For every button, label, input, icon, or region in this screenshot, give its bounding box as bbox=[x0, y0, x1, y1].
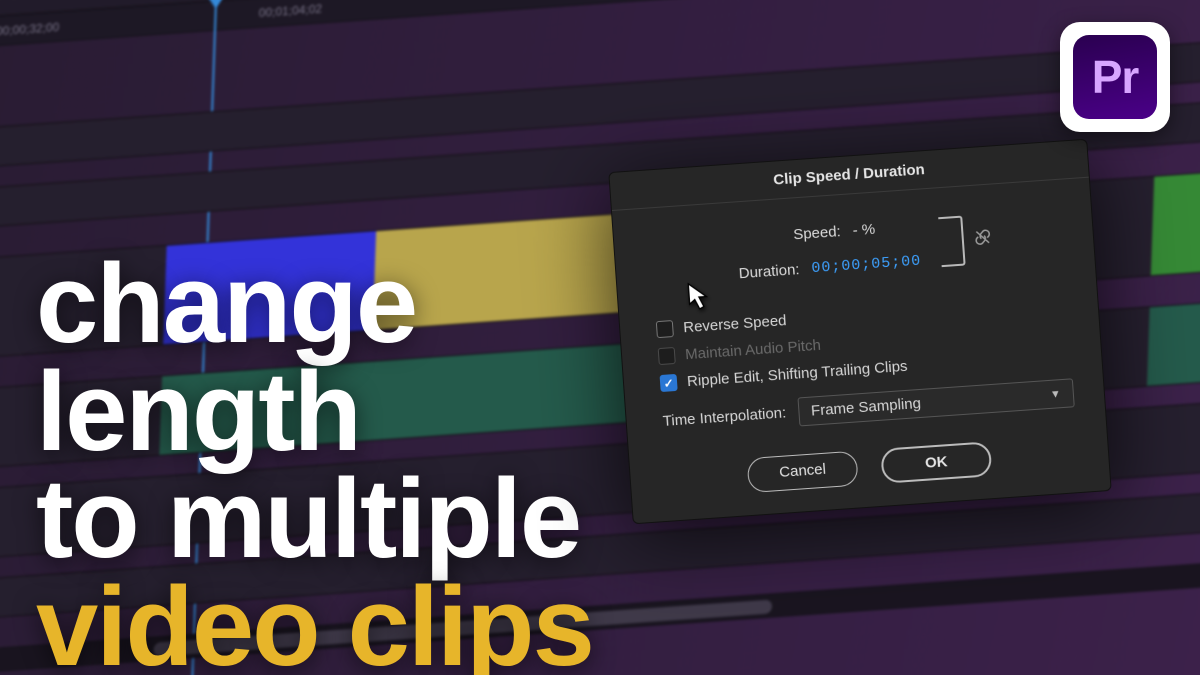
checkbox-icon bbox=[656, 320, 674, 338]
speed-value[interactable]: - % bbox=[852, 221, 876, 240]
headline-line2: length bbox=[36, 358, 593, 466]
unlink-icon[interactable] bbox=[973, 228, 992, 251]
time-interpolation-label: Time Interpolation: bbox=[662, 404, 787, 430]
ruler-tick: 00;00;32;00 bbox=[0, 20, 60, 38]
headline-line3: to multiple bbox=[36, 465, 593, 573]
clip-speed-duration-dialog: Clip Speed / Duration Speed: - % Duratio… bbox=[608, 139, 1111, 525]
link-speed-duration-icon[interactable] bbox=[938, 216, 965, 268]
headline-line1: change bbox=[36, 250, 593, 358]
cancel-button[interactable]: Cancel bbox=[747, 451, 859, 494]
audio-clip[interactable] bbox=[1147, 266, 1200, 386]
headline-text: change length to multiple video clips bbox=[36, 250, 593, 675]
chevron-down-icon: ▼ bbox=[1050, 388, 1062, 401]
app-icon-text: Pr bbox=[1073, 35, 1157, 119]
ok-button[interactable]: OK bbox=[880, 441, 992, 484]
speed-label: Speed: bbox=[758, 223, 841, 246]
headline-line4: video clips bbox=[36, 573, 593, 675]
duration-value[interactable]: 00;00;05;00 bbox=[811, 253, 922, 278]
ruler-tick: 00;00;56;00 bbox=[0, 0, 72, 1]
duration-label: Duration: bbox=[717, 261, 800, 284]
time-ruler-sub[interactable]: 00;00;32;00 00;01;04;02 bbox=[0, 0, 1200, 47]
checkbox-label: Reverse Speed bbox=[683, 312, 787, 336]
checkbox-icon bbox=[660, 374, 678, 392]
dropdown-value: Frame Sampling bbox=[811, 395, 922, 420]
ruler-tick: 00;01;04;02 bbox=[259, 1, 323, 19]
video-clip-green[interactable] bbox=[1151, 135, 1200, 275]
checkbox-icon bbox=[658, 347, 676, 365]
premiere-pro-app-icon: Pr bbox=[1060, 22, 1170, 132]
